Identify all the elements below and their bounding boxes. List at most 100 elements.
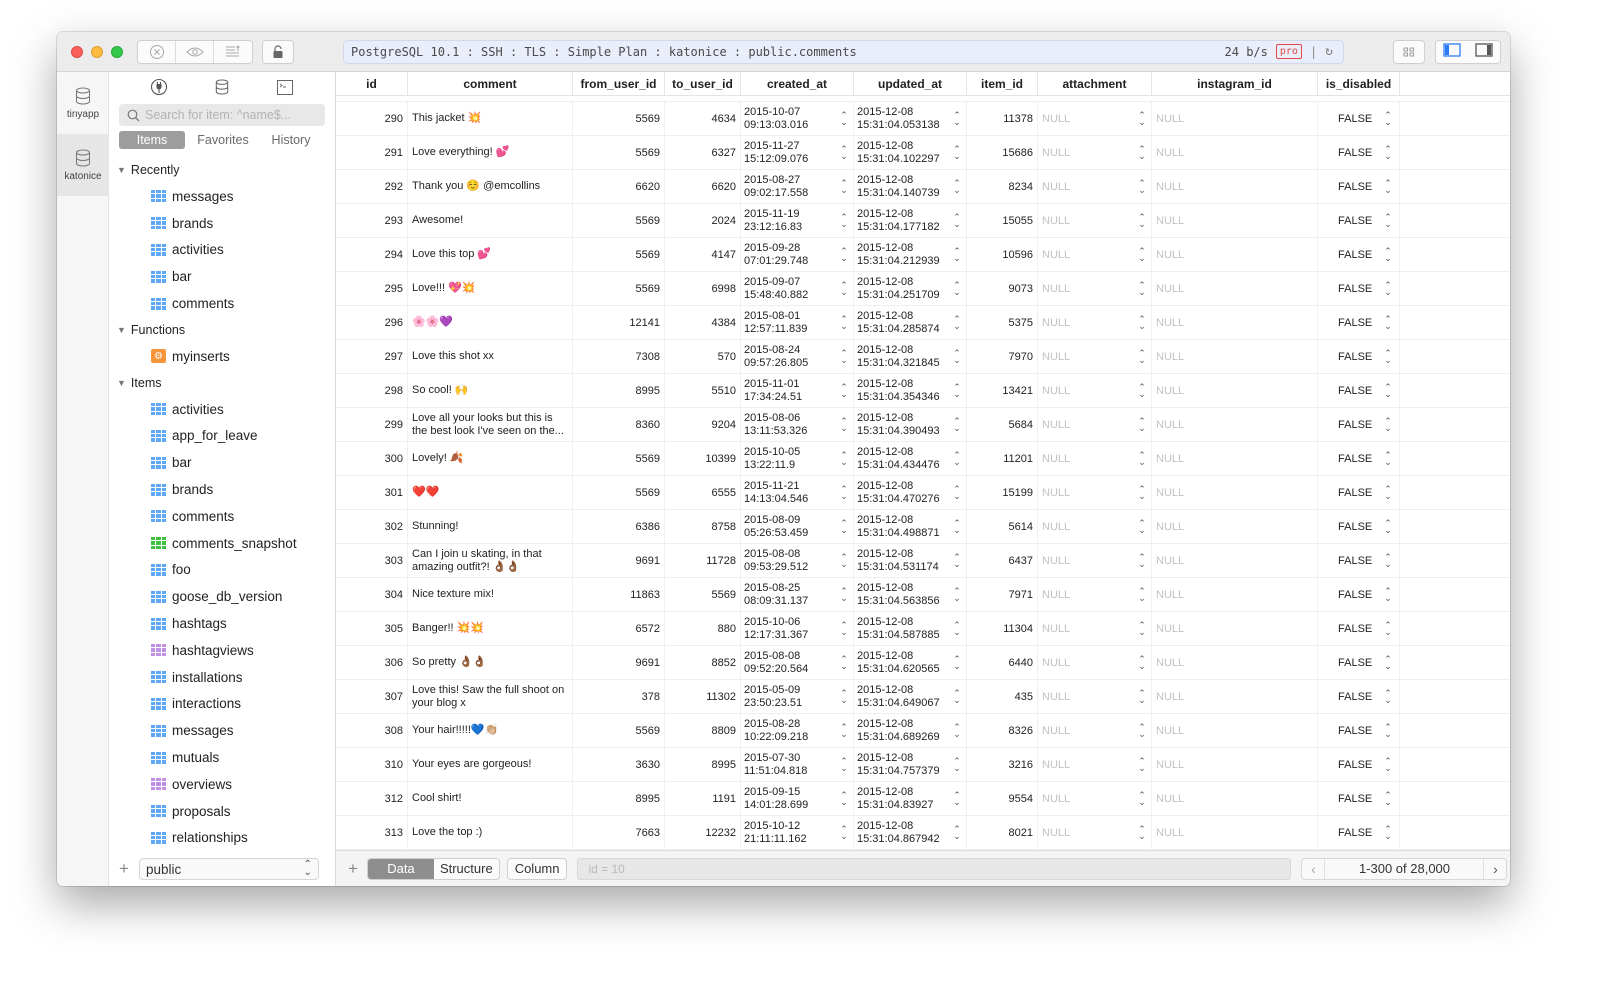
column-header-instagram-id[interactable]: instagram_id [1152,72,1318,95]
table-row[interactable]: 299 Love all your looks but this is the b… [336,408,1510,442]
cell-instagram-id[interactable]: NULL [1152,714,1318,747]
cell-id[interactable]: 300 [336,442,408,475]
cell-id[interactable]: 299 [336,408,408,441]
table-row[interactable]: 306 So pretty 👌🏾👌🏾 9691 8852 2015-08-08 09:52… [336,646,1510,680]
cell-id[interactable]: 312 [336,782,408,815]
cell-attachment[interactable]: NULL ⌃ ⌄ [1038,204,1152,237]
cell-updated-at[interactable]: 2015-12-08 15:31:04.649067 ⌃ ⌄ [854,680,967,713]
stepper-icon[interactable]: ⌃ ⌄ [839,314,849,330]
cell-updated-at[interactable]: 2015-12-08 15:31:04.053138 ⌃ ⌄ [854,102,967,135]
cell-attachment[interactable]: NULL ⌃ ⌄ [1038,816,1152,849]
stepper-icon[interactable]: ⌃ ⌄ [839,110,849,126]
sidebar-item-mutuals[interactable]: mutuals [109,744,335,771]
cell-comment[interactable]: Love this shot xx [408,340,573,373]
cell-is-disabled[interactable]: FALSE ⌃ ⌄ [1318,204,1400,237]
table-row[interactable]: 298 So cool! 🙌 8995 5510 2015-11-01 17:34:24.… [336,374,1510,408]
stepper-icon[interactable]: ⌃ ⌄ [1137,416,1147,432]
table-row[interactable]: 312 Cool shirt! 8995 1191 2015-09-15 14:01:28… [336,782,1510,816]
cell-from-user-id[interactable]: 5569 [573,136,665,169]
stepper-icon[interactable]: ⌃ ⌄ [839,246,849,262]
column-header-updated-at[interactable]: updated_at [854,72,967,95]
cell-id[interactable]: 307 [336,680,408,713]
cell-updated-at[interactable]: 2015-12-08 15:31:04.531174 ⌃ ⌄ [854,544,967,577]
cell-from-user-id[interactable]: 12141 [573,306,665,339]
stepper-icon[interactable]: ⌃ ⌄ [1383,688,1393,704]
cell-attachment[interactable]: NULL ⌃ ⌄ [1038,612,1152,645]
cell-created-at[interactable]: 2015-11-01 17:34:24.51 ⌃ ⌄ [741,374,854,407]
cell-is-disabled[interactable]: FALSE ⌃ ⌄ [1318,612,1400,645]
sidebar-item-interactions[interactable]: interactions [109,691,335,718]
cell-comment[interactable]: Love all your looks but this is the best… [408,408,573,441]
tab-history[interactable]: History [257,131,325,149]
stepper-icon[interactable]: ⌃ ⌄ [839,722,849,738]
stepper-icon[interactable]: ⌃ ⌄ [952,722,962,738]
table-row[interactable]: 292 Thank you ☺️ @emcollins 6620 6620 2015-0… [336,170,1510,204]
table-row[interactable]: 300 Lovely! 🍂 5569 10399 2015-10-05 13:22:11.… [336,442,1510,476]
cell-from-user-id[interactable]: 5569 [573,476,665,509]
cell-updated-at[interactable]: 2015-12-08 15:31:04.102297 ⌃ ⌄ [854,136,967,169]
cell-is-disabled[interactable]: FALSE ⌃ ⌄ [1318,544,1400,577]
cell-instagram-id[interactable]: NULL [1152,102,1318,135]
filter-input[interactable]: id = 10 [577,857,1292,880]
close-window-button[interactable] [71,46,83,58]
stepper-icon[interactable]: ⌃ ⌄ [839,348,849,364]
stepper-icon[interactable]: ⌃ ⌄ [1137,144,1147,160]
sidebar-item-goose-db-version[interactable]: goose_db_version [109,583,335,610]
cell-item-id[interactable]: 7971 [967,578,1038,611]
cell-from-user-id[interactable]: 5569 [573,442,665,475]
stepper-icon[interactable]: ⌃ ⌄ [1383,348,1393,364]
cell-instagram-id[interactable]: NULL [1152,170,1318,203]
stepper-icon[interactable]: ⌃ ⌄ [1137,280,1147,296]
stepper-icon[interactable]: ⌃ ⌄ [1137,314,1147,330]
cell-attachment[interactable]: NULL ⌃ ⌄ [1038,782,1152,815]
cell-created-at[interactable]: 2015-08-01 12:57:11.839 ⌃ ⌄ [741,306,854,339]
sidebar-item-messages[interactable]: messages [109,183,335,210]
cell-id[interactable]: 306 [336,646,408,679]
stepper-icon[interactable]: ⌃ ⌄ [952,314,962,330]
cell-instagram-id[interactable]: NULL [1152,782,1318,815]
cell-item-id[interactable]: 10596 [967,238,1038,271]
stepper-icon[interactable]: ⌃ ⌄ [839,450,849,466]
cell-instagram-id[interactable]: NULL [1152,408,1318,441]
cell-item-id[interactable]: 11304 [967,612,1038,645]
sidebar-item-brands[interactable]: brands [109,476,335,503]
cell-created-at[interactable]: 2015-10-12 21:11:11.162 ⌃ ⌄ [741,816,854,849]
stepper-icon[interactable]: ⌃ ⌄ [839,178,849,194]
cell-attachment[interactable]: NULL ⌃ ⌄ [1038,748,1152,781]
stepper-icon[interactable]: ⌃ ⌄ [839,416,849,432]
cell-updated-at[interactable]: 2015-12-08 15:31:04.251709 ⌃ ⌄ [854,272,967,305]
cell-to-user-id[interactable]: 5569 [665,578,741,611]
cell-from-user-id[interactable]: 9691 [573,544,665,577]
cell-updated-at[interactable]: 2015-12-08 15:31:04.212939 ⌃ ⌄ [854,238,967,271]
cell-id[interactable]: 294 [336,238,408,271]
cell-instagram-id[interactable]: NULL [1152,238,1318,271]
minimize-window-button[interactable] [91,46,103,58]
stepper-icon[interactable]: ⌃ ⌄ [1137,790,1147,806]
stepper-icon[interactable]: ⌃ ⌄ [1383,586,1393,602]
cell-id[interactable]: 293 [336,204,408,237]
stepper-icon[interactable]: ⌃ ⌄ [1137,620,1147,636]
cell-updated-at[interactable]: 2015-12-08 15:31:04.498871 ⌃ ⌄ [854,510,967,543]
cell-instagram-id[interactable]: NULL [1152,748,1318,781]
stepper-icon[interactable]: ⌃ ⌄ [1137,518,1147,534]
cell-id[interactable]: 292 [336,170,408,203]
cell-comment[interactable]: Thank you ☺️ @emcollins [408,170,573,203]
tree-group-recently[interactable]: ▼ Recently [109,157,335,183]
stepper-icon[interactable]: ⌃ ⌄ [1137,586,1147,602]
cell-attachment[interactable]: NULL ⌃ ⌄ [1038,544,1152,577]
cell-comment[interactable]: Can I join u skating, in that amazing ou… [408,544,573,577]
sidebar-item-comments-snapshot[interactable]: comments_snapshot [109,530,335,557]
column-header-attachment[interactable]: attachment [1038,72,1152,95]
cell-to-user-id[interactable]: 11728 [665,544,741,577]
cell-instagram-id[interactable]: NULL [1152,578,1318,611]
cell-item-id[interactable]: 5375 [967,306,1038,339]
cell-attachment[interactable]: NULL ⌃ ⌄ [1038,578,1152,611]
stepper-icon[interactable]: ⌃ ⌄ [839,212,849,228]
cell-id[interactable]: 303 [336,544,408,577]
cell-comment[interactable]: Love everything! 💕 [408,136,573,169]
cell-created-at[interactable]: 2015-11-21 14:13:04.546 ⌃ ⌄ [741,476,854,509]
column-header-id[interactable]: id [336,72,408,95]
cell-id[interactable]: 290 [336,102,408,135]
stepper-icon[interactable]: ⌃ ⌄ [1383,382,1393,398]
cell-to-user-id[interactable]: 5510 [665,374,741,407]
